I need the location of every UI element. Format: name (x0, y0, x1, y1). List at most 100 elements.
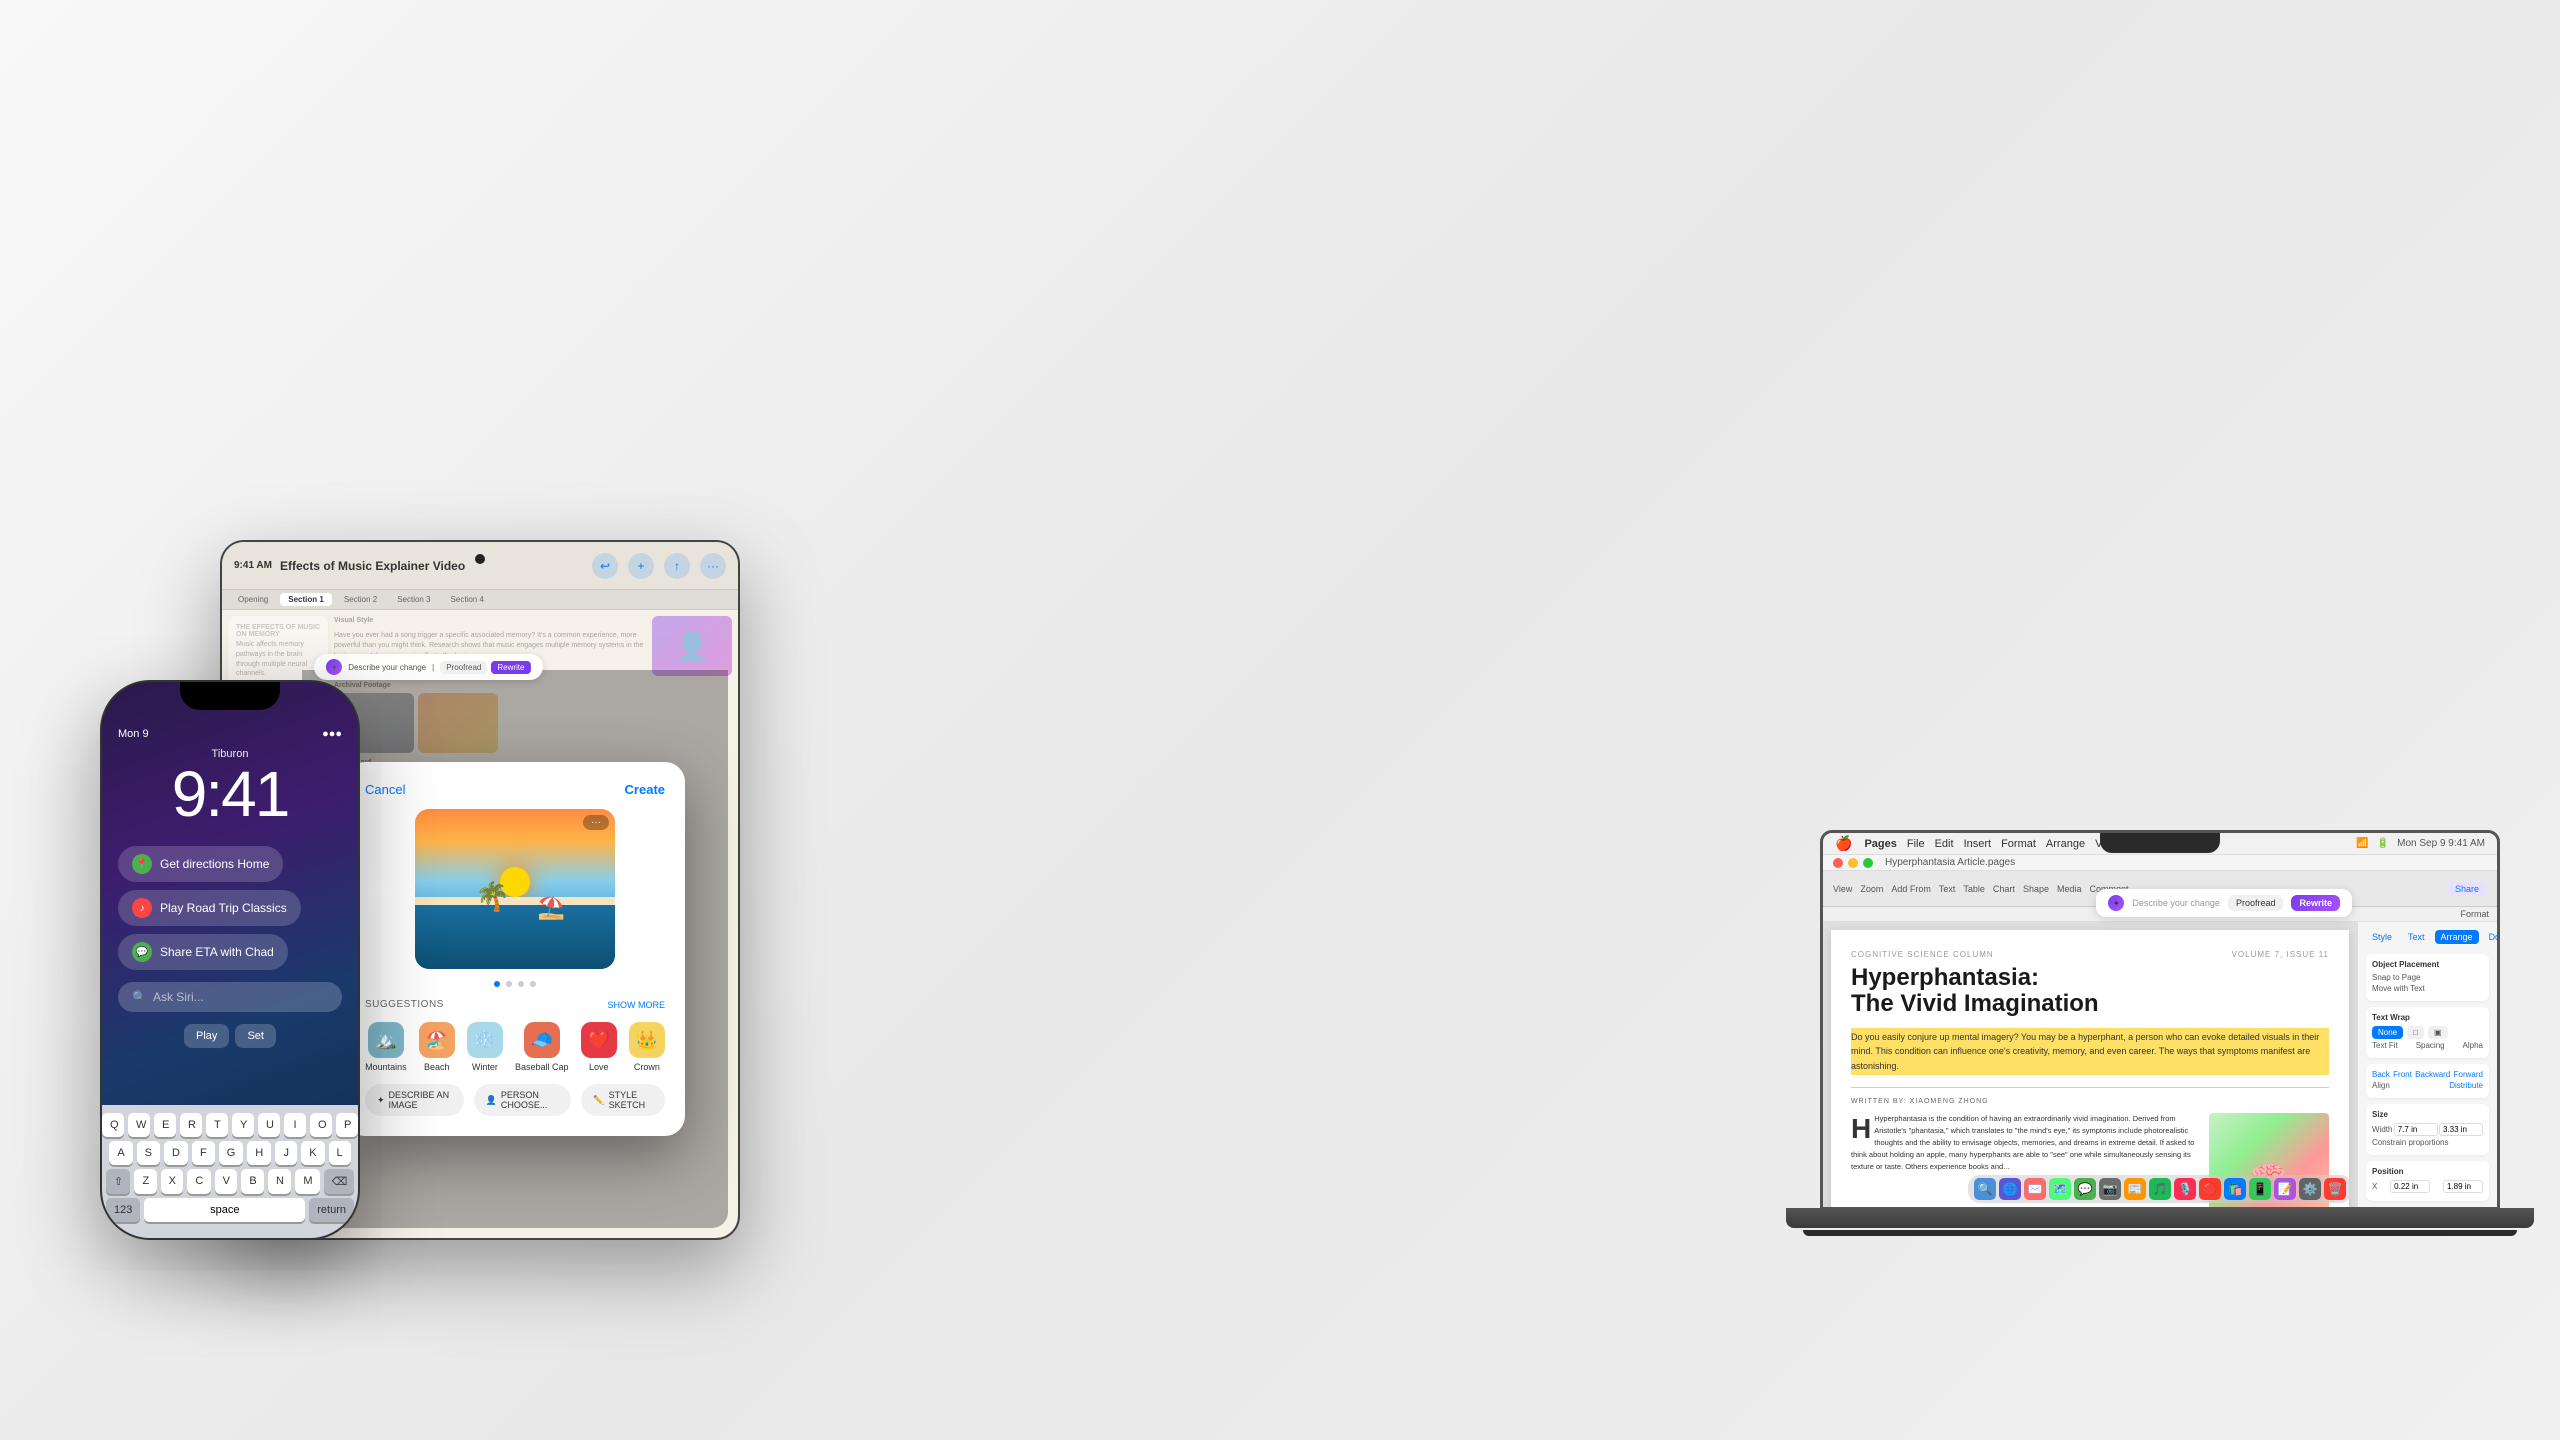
suggestion-love[interactable]: ❤️ Love (581, 1022, 617, 1072)
menu-pages[interactable]: Pages (1864, 838, 1896, 850)
dock-news[interactable]: 📰 (2124, 1178, 2146, 1200)
key-w[interactable]: W (128, 1113, 150, 1137)
dock-notes[interactable]: 📝 (2274, 1178, 2296, 1200)
ai-create-button[interactable]: Create (625, 782, 665, 797)
key-x[interactable]: X (161, 1169, 184, 1194)
suggestion-crown[interactable]: 👑 Crown (629, 1022, 665, 1072)
tab-opening[interactable]: Opening (230, 593, 276, 606)
key-t[interactable]: T (206, 1113, 228, 1137)
key-a[interactable]: A (109, 1141, 132, 1165)
width-input[interactable] (2394, 1123, 2438, 1136)
toolbar-add[interactable]: Add From (1891, 884, 1931, 894)
undo-icon[interactable]: ↩ (592, 553, 618, 579)
suggestion-share[interactable]: 💬 Share ETA with Chad (118, 934, 288, 970)
ai-more-btn[interactable]: ··· (583, 815, 609, 830)
maximize-button[interactable] (1863, 858, 1873, 868)
distribute-label[interactable]: Distribute (2449, 1081, 2483, 1090)
key-m[interactable]: M (295, 1169, 319, 1194)
dock-music[interactable]: 🎵 (2149, 1178, 2171, 1200)
style-sketch-btn[interactable]: ✏️ STYLE SKETCH (581, 1084, 665, 1116)
key-j[interactable]: J (275, 1141, 297, 1165)
ai-cancel-button[interactable]: Cancel (365, 782, 405, 797)
key-i[interactable]: I (284, 1113, 306, 1137)
key-o[interactable]: O (310, 1113, 332, 1137)
wrap-tight-btn[interactable]: ▣ (2428, 1026, 2448, 1039)
menu-edit[interactable]: Edit (1935, 838, 1954, 850)
suggestion-music[interactable]: ♪ Play Road Trip Classics (118, 890, 301, 926)
tab-section2[interactable]: Section 2 (336, 593, 385, 606)
menu-format[interactable]: Format (2001, 838, 2036, 850)
tab-style[interactable]: Style (2366, 930, 2398, 944)
dock-settings[interactable]: ⚙️ (2299, 1178, 2321, 1200)
tab-arrange[interactable]: Arrange (2435, 930, 2479, 944)
key-n[interactable]: N (268, 1169, 291, 1194)
tab-text[interactable]: Text (2402, 930, 2431, 944)
tab-section4[interactable]: Section 4 (443, 593, 492, 606)
key-r[interactable]: R (180, 1113, 202, 1137)
dock-trash[interactable]: 🗑️ (2324, 1178, 2346, 1200)
person-choose-btn[interactable]: 👤 PERSON CHOOSE... (474, 1084, 572, 1116)
toolbar-chart[interactable]: Chart (1993, 884, 2015, 894)
key-u[interactable]: U (258, 1113, 280, 1137)
key-space[interactable]: space (144, 1198, 305, 1222)
key-b[interactable]: B (241, 1169, 264, 1194)
dock-facetime[interactable]: 📱 (2249, 1178, 2271, 1200)
dock-news2[interactable]: 🔴 (2199, 1178, 2221, 1200)
dock-photos[interactable]: 📷 (2099, 1178, 2121, 1200)
front-btn[interactable]: Front (2393, 1070, 2412, 1079)
toolbar-text[interactable]: Text (1939, 884, 1956, 894)
toolbar-shape[interactable]: Shape (2023, 884, 2049, 894)
dock-appstore[interactable]: 🛍️ (2224, 1178, 2246, 1200)
dots-icon[interactable]: ··· (700, 553, 726, 579)
set-button[interactable]: Set (235, 1024, 276, 1048)
height-input[interactable] (2439, 1123, 2483, 1136)
key-y[interactable]: Y (232, 1113, 254, 1137)
key-p[interactable]: P (336, 1113, 358, 1137)
iphone-search-bar[interactable]: 🔍 Ask Siri... (118, 982, 342, 1012)
suggestion-directions[interactable]: 📍 Get directions Home (118, 846, 283, 882)
play-button[interactable]: Play (184, 1024, 229, 1048)
dock-messages[interactable]: 💬 (2074, 1178, 2096, 1200)
dock-finder[interactable]: 🔍 (1974, 1178, 1996, 1200)
key-k[interactable]: K (301, 1141, 324, 1165)
back-btn[interactable]: Back (2372, 1070, 2390, 1079)
suggestion-beach[interactable]: 🏖️ Beach (419, 1022, 455, 1072)
format-label[interactable]: Format (2460, 909, 2489, 919)
backward-btn[interactable]: Backward (2415, 1070, 2450, 1079)
key-e[interactable]: E (154, 1113, 176, 1137)
dock-safari[interactable]: 🌐 (1999, 1178, 2021, 1200)
suggestion-baseball[interactable]: 🧢 Baseball Cap (515, 1022, 569, 1072)
rewrite-button[interactable]: Rewrite (2291, 895, 2340, 911)
suggestion-winter[interactable]: ❄️ Winter (467, 1022, 503, 1072)
key-shift[interactable]: ⇧ (106, 1169, 130, 1194)
rewrite-btn-ipad[interactable]: Rewrite (491, 661, 530, 674)
key-q[interactable]: Q (102, 1113, 124, 1137)
menu-insert[interactable]: Insert (1964, 838, 1992, 850)
proofread-btn[interactable]: Proofread (440, 661, 487, 674)
toolbar-zoom[interactable]: Zoom (1860, 884, 1883, 894)
show-more-btn[interactable]: SHOW MORE (608, 1000, 666, 1010)
key-d[interactable]: D (164, 1141, 188, 1165)
tab-section3[interactable]: Section 3 (389, 593, 438, 606)
menu-file[interactable]: File (1907, 838, 1925, 850)
dock-podcast[interactable]: 🎙️ (2174, 1178, 2196, 1200)
iphone-keyboard[interactable]: Q W E R T Y U I O P A S D F G H J K L (102, 1105, 358, 1238)
share-icon[interactable]: ↑ (664, 553, 690, 579)
key-f[interactable]: F (192, 1141, 215, 1165)
key-c[interactable]: C (187, 1169, 210, 1194)
wrap-none-btn[interactable]: None (2372, 1026, 2403, 1039)
x-input[interactable] (2390, 1180, 2430, 1193)
proofread-button[interactable]: Proofread (2228, 895, 2284, 911)
toolbar-media[interactable]: Media (2057, 884, 2082, 894)
describe-image-btn[interactable]: ✦ DESCRIBE AN IMAGE (365, 1084, 464, 1116)
apple-menu[interactable]: 🍎 (1835, 835, 1852, 852)
dock-mail[interactable]: ✉️ (2024, 1178, 2046, 1200)
y-input[interactable] (2443, 1180, 2483, 1193)
tab-document[interactable]: Document (2483, 930, 2497, 944)
close-button[interactable] (1833, 858, 1843, 868)
key-delete[interactable]: ⌫ (324, 1169, 354, 1194)
key-v[interactable]: V (215, 1169, 238, 1194)
key-return[interactable]: return (309, 1198, 354, 1222)
key-123[interactable]: 123 (106, 1198, 140, 1222)
menu-arrange[interactable]: Arrange (2046, 838, 2085, 850)
